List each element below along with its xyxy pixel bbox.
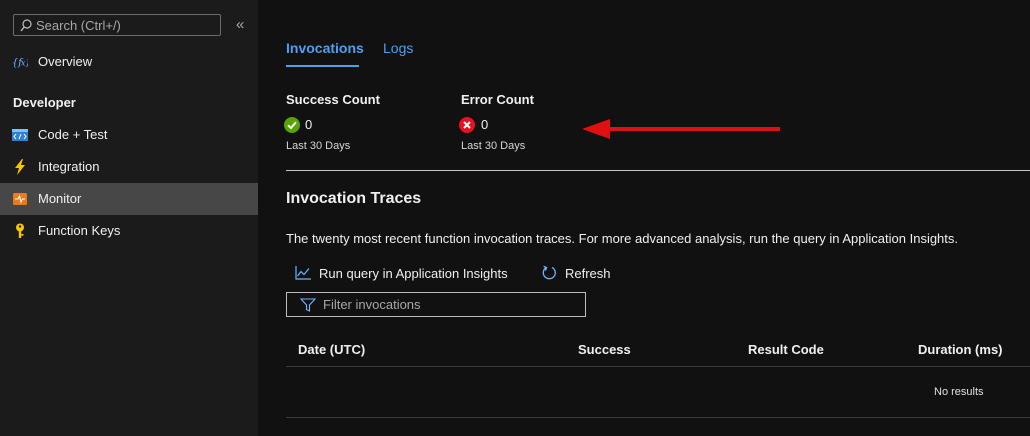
empty-table-message: No results: [934, 386, 984, 398]
sidebar-item-label: Code + Test: [38, 127, 108, 142]
sidebar-item-label: Monitor: [38, 191, 82, 206]
table-bottom-divider: [286, 417, 1030, 418]
tab-invocations[interactable]: Invocations: [286, 40, 364, 56]
column-header-duration[interactable]: Duration (ms): [918, 342, 1003, 357]
function-icon: {f x}: [12, 54, 28, 70]
search-icon: [20, 19, 32, 32]
sidebar-item-overview[interactable]: {f x} Overview: [0, 46, 258, 78]
filter-invocations-box[interactable]: [286, 292, 586, 317]
run-query-button[interactable]: Run query in Application Insights: [295, 264, 508, 282]
tab-logs[interactable]: Logs: [383, 40, 413, 56]
main-panel: Invocations Logs Success Count 0 Last 30…: [258, 0, 1030, 436]
success-count-value: 0: [305, 117, 313, 132]
run-query-label: Run query in Application Insights: [319, 265, 508, 281]
sidebar-item-label: Integration: [38, 159, 100, 174]
sidebar-item-label: Overview: [38, 54, 93, 69]
tab-selected-indicator: [286, 65, 359, 67]
success-check-icon: [284, 117, 300, 133]
collapse-sidebar-icon[interactable]: «: [236, 17, 244, 33]
sidebar-item-integration[interactable]: Integration: [0, 151, 258, 183]
annotation-arrow-shaft: [598, 127, 780, 131]
error-count-value: 0: [481, 117, 489, 132]
invocation-traces-title: Invocation Traces: [286, 190, 422, 207]
search-input[interactable]: [36, 16, 216, 34]
table-header-divider: [286, 366, 1030, 367]
error-count-title: Error Count: [461, 92, 534, 107]
section-heading-developer: Developer: [13, 95, 76, 110]
sidebar-item-code-test[interactable]: Code + Test: [0, 119, 258, 151]
error-x-icon: [459, 117, 475, 133]
key-icon: [12, 223, 28, 239]
column-header-date[interactable]: Date (UTC): [298, 342, 365, 357]
monitor-icon: [12, 191, 28, 207]
filter-invocations-input[interactable]: [323, 295, 578, 314]
sidebar: « {f x} Overview Developer Code + Test I…: [0, 0, 258, 436]
code-icon: [12, 127, 28, 143]
refresh-icon: [542, 265, 556, 280]
sidebar-item-function-keys[interactable]: Function Keys: [0, 215, 258, 247]
refresh-label: Refresh: [565, 265, 611, 281]
success-count-period: Last 30 Days: [286, 140, 351, 152]
section-divider: [286, 170, 1030, 171]
svg-text:x}: x}: [21, 59, 28, 68]
success-count-title: Success Count: [286, 92, 380, 107]
error-count-period: Last 30 Days: [461, 140, 526, 152]
sidebar-search[interactable]: [13, 14, 221, 36]
invocation-traces-description: The twenty most recent function invocati…: [286, 231, 959, 246]
refresh-button[interactable]: Refresh: [541, 264, 611, 282]
filter-icon: [300, 298, 316, 312]
column-header-result-code[interactable]: Result Code: [748, 342, 824, 357]
sidebar-item-monitor[interactable]: Monitor: [0, 183, 258, 215]
sidebar-item-label: Function Keys: [38, 223, 121, 238]
column-header-success[interactable]: Success: [578, 342, 631, 357]
chart-line-icon: [295, 266, 311, 280]
lightning-icon: [12, 159, 28, 175]
